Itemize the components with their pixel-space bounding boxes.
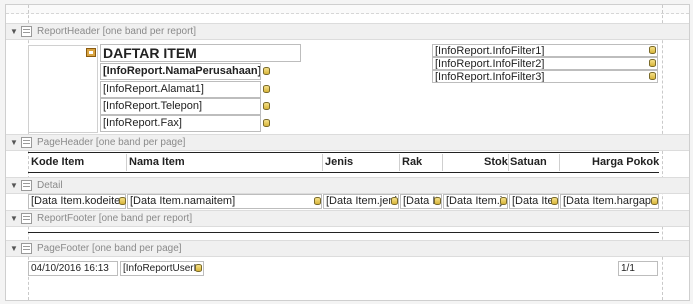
logo-picture-box[interactable] (28, 45, 98, 133)
info-filter3-field[interactable]: [InfoReport.InfoFilter3] (432, 70, 658, 83)
footer-user-field[interactable]: [InfoReportUserL (120, 261, 204, 276)
column-divider (508, 154, 509, 171)
database-icon (551, 197, 558, 205)
database-icon (263, 67, 270, 75)
column-header-rak[interactable]: Rak (402, 155, 422, 169)
band-icon (21, 137, 32, 148)
database-icon (434, 197, 441, 205)
column-divider (399, 154, 400, 171)
collapse-arrow-icon[interactable]: ▼ (10, 211, 18, 226)
footer-page-number-field[interactable]: 1/1 (618, 261, 658, 276)
info-filter1-field[interactable]: [InfoReport.InfoFilter1] (432, 44, 658, 57)
column-header-satuan[interactable]: Satuan (510, 155, 547, 169)
detail-field-namaitem[interactable]: [Data Item.namaitem] (127, 194, 322, 209)
band-detail[interactable]: ▼ Detail (6, 177, 689, 194)
database-icon (195, 264, 202, 272)
band-icon (21, 26, 32, 37)
band-label: Detail (37, 180, 63, 191)
database-icon (649, 46, 656, 54)
band-report-header[interactable]: ▼ ReportHeader [one band per report] (6, 23, 689, 40)
band-label: ReportHeader [one band per report] (37, 26, 196, 37)
fax-field[interactable]: [InfoReport.Fax] (100, 115, 261, 132)
top-margin (6, 5, 689, 14)
collapse-arrow-icon[interactable]: ▼ (10, 135, 18, 150)
collapse-arrow-icon[interactable]: ▼ (10, 241, 18, 256)
database-icon (119, 197, 126, 205)
address-field[interactable]: [InfoReport.Alamat1] (100, 81, 261, 98)
picture-icon (86, 48, 96, 57)
info-filter2-field[interactable]: [InfoReport.InfoFilter2] (432, 57, 658, 70)
database-icon (651, 197, 658, 205)
column-header-harga-pokok[interactable]: Harga Pokok (592, 155, 659, 169)
footer-line (28, 232, 659, 233)
detail-field-kodeitem[interactable]: [Data Item.kodeitem (28, 194, 126, 209)
report-title-field[interactable]: DAFTAR ITEM (100, 44, 301, 62)
database-icon (649, 59, 656, 67)
band-icon (21, 243, 32, 254)
band-label: ReportFooter [one band per report] (37, 213, 193, 224)
column-header-stok[interactable]: Stok (484, 155, 508, 169)
column-divider (322, 154, 323, 171)
database-icon (314, 197, 321, 205)
column-header-jenis[interactable]: Jenis (325, 155, 353, 169)
band-report-footer[interactable]: ▼ ReportFooter [one band per report] (6, 210, 689, 227)
column-divider (559, 154, 560, 171)
database-icon (500, 197, 507, 205)
report-design-surface: ▼ ReportHeader [one band per report] DAF… (5, 4, 690, 301)
header-top-line (28, 152, 659, 153)
header-bottom-line (28, 172, 659, 173)
collapse-arrow-icon[interactable]: ▼ (10, 24, 18, 39)
collapse-arrow-icon[interactable]: ▼ (10, 178, 18, 193)
database-icon (263, 119, 270, 127)
column-header-kode-item[interactable]: Kode Item (31, 155, 84, 169)
column-divider (442, 154, 443, 171)
database-icon (263, 102, 270, 110)
detail-field-hargapokok[interactable]: [Data Item.hargapo (560, 194, 659, 209)
database-icon (263, 85, 270, 93)
database-icon (649, 72, 656, 80)
band-icon (21, 213, 32, 224)
footer-date-field[interactable]: 04/10/2016 16:13 (28, 261, 118, 276)
band-label: PageFooter [one band per page] (37, 243, 182, 254)
detail-field-jenis[interactable]: [Data Item.jeni (323, 194, 399, 209)
database-icon (391, 197, 398, 205)
company-name-field[interactable]: [InfoReport.NamaPerusahaan] (100, 63, 261, 80)
band-icon (21, 180, 32, 191)
phone-field[interactable]: [InfoReport.Telepon] (100, 98, 261, 115)
band-page-header[interactable]: ▼ PageHeader [one band per page] (6, 134, 689, 151)
detail-field-stok[interactable]: [Data Item.jr (443, 194, 508, 209)
column-header-nama-item[interactable]: Nama Item (129, 155, 185, 169)
band-page-footer[interactable]: ▼ PageFooter [one band per page] (6, 240, 689, 257)
column-divider (126, 154, 127, 171)
band-label: PageHeader [one band per page] (37, 137, 186, 148)
